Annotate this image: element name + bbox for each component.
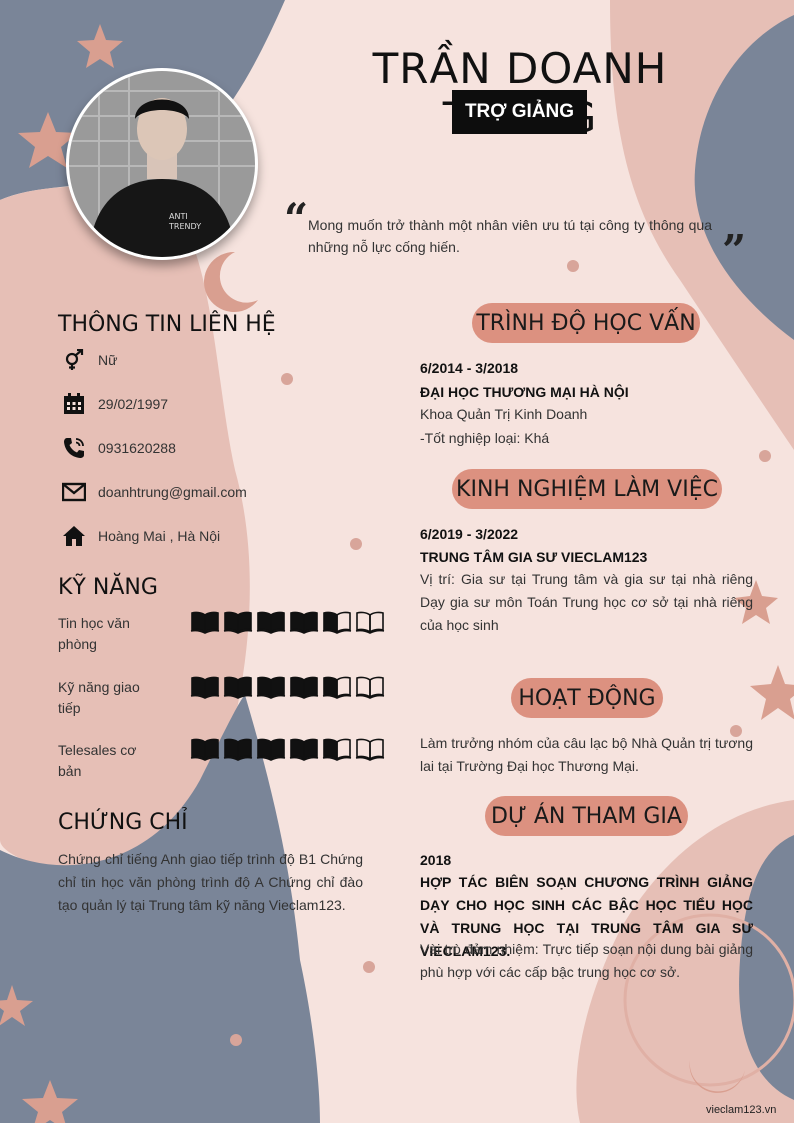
- education-period: 6/2014 - 3/2018: [420, 360, 519, 376]
- book-rating-icon: [355, 738, 385, 761]
- book-rating-icon: [322, 738, 352, 761]
- activities-text: Làm trưởng nhóm của câu lạc bộ Nhà Quản …: [420, 735, 753, 774]
- book-rating-icon: [256, 676, 286, 699]
- skill-label: Tin học văn phòng: [58, 615, 130, 652]
- gender-icon: [60, 348, 88, 372]
- footer-brand: vieclam123.vn: [706, 1104, 777, 1116]
- phone-icon: [60, 436, 88, 460]
- svg-text:ANTI: ANTI: [169, 212, 188, 221]
- contact-heading: THÔNG TIN LIÊN HỆ: [58, 312, 276, 337]
- book-rating-icon: [223, 676, 253, 699]
- close-quote-icon: ”: [722, 226, 747, 275]
- experience-company: TRUNG TÂM GIA SƯ VIECLAM123: [420, 549, 648, 565]
- education-school: ĐẠI HỌC THƯƠNG MẠI HÀ NỘI: [420, 384, 629, 400]
- skill-label: Telesales cơ bản: [58, 742, 137, 779]
- avatar: ANTI TRENDY: [66, 68, 258, 260]
- education-grade: -Tốt nghiệp loại: Khá: [420, 430, 550, 446]
- contact-email: doanhtrung@gmail.com: [60, 477, 300, 507]
- calendar-icon: [60, 392, 88, 416]
- book-rating-icon: [223, 611, 253, 634]
- avatar-photo: ANTI TRENDY: [69, 71, 255, 257]
- address-value: Hoàng Mai , Hà Nội: [98, 528, 221, 544]
- open-quote-icon: “: [284, 194, 309, 243]
- book-rating-icon: [289, 738, 319, 761]
- job-title-badge: TRỢ GIẢNG: [452, 90, 587, 134]
- objective-quote: Mong muốn trở thành một nhân viên ưu tú …: [308, 217, 712, 255]
- contact-phone: 0931620288: [60, 433, 300, 463]
- skill-rating: [190, 675, 385, 699]
- moon-left: [204, 251, 258, 312]
- experience-description: Vị trí: Gia sư tại Trung tâm và gia sư t…: [420, 571, 753, 633]
- book-rating-icon: [322, 611, 352, 634]
- book-rating-icon: [223, 738, 253, 761]
- skill-rating: [190, 610, 385, 634]
- book-rating-icon: [355, 676, 385, 699]
- certificates-heading: CHỨNG CHỈ: [58, 810, 188, 835]
- book-rating-icon: [289, 611, 319, 634]
- book-rating-icon: [190, 611, 220, 634]
- contact-birthday: 29/02/1997: [60, 389, 300, 419]
- book-rating-icon: [256, 611, 286, 634]
- email-icon: [60, 480, 88, 504]
- education-heading: TRÌNH ĐỘ HỌC VẤN: [472, 303, 700, 343]
- experience-heading: KINH NGHIỆM LÀM VIỆC: [452, 469, 722, 509]
- skill-label: Kỹ năng giao tiếp: [58, 679, 140, 716]
- svg-text:TRENDY: TRENDY: [168, 222, 201, 231]
- project-year: 2018: [420, 852, 452, 868]
- skills-heading: KỸ NĂNG: [58, 575, 158, 600]
- email-value: doanhtrung@gmail.com: [98, 484, 247, 500]
- book-rating-icon: [355, 611, 385, 634]
- contact-address: Hoàng Mai , Hà Nội: [60, 521, 300, 551]
- experience-period: 6/2019 - 3/2022: [420, 526, 519, 542]
- education-major: Khoa Quản Trị Kinh Doanh: [420, 406, 588, 422]
- projects-heading: DỰ ÁN THAM GIA: [485, 796, 688, 836]
- book-rating-icon: [256, 738, 286, 761]
- home-icon: [60, 524, 88, 548]
- activities-heading: HOẠT ĐỘNG: [511, 678, 663, 718]
- book-rating-icon: [190, 676, 220, 699]
- book-rating-icon: [190, 738, 220, 761]
- birthday-value: 29/02/1997: [98, 396, 169, 412]
- phone-value: 0931620288: [98, 440, 176, 456]
- certificates-text: Chứng chỉ tiếng Anh giao tiếp trình độ B…: [58, 851, 363, 913]
- book-rating-icon: [289, 676, 319, 699]
- skill-rating: [190, 737, 385, 761]
- project-description: Vài trò đảm nhiệm: Trực tiếp soạn nội du…: [420, 941, 753, 980]
- gender-value: Nữ: [98, 352, 118, 368]
- book-rating-icon: [322, 676, 352, 699]
- contact-gender: Nữ: [60, 345, 300, 375]
